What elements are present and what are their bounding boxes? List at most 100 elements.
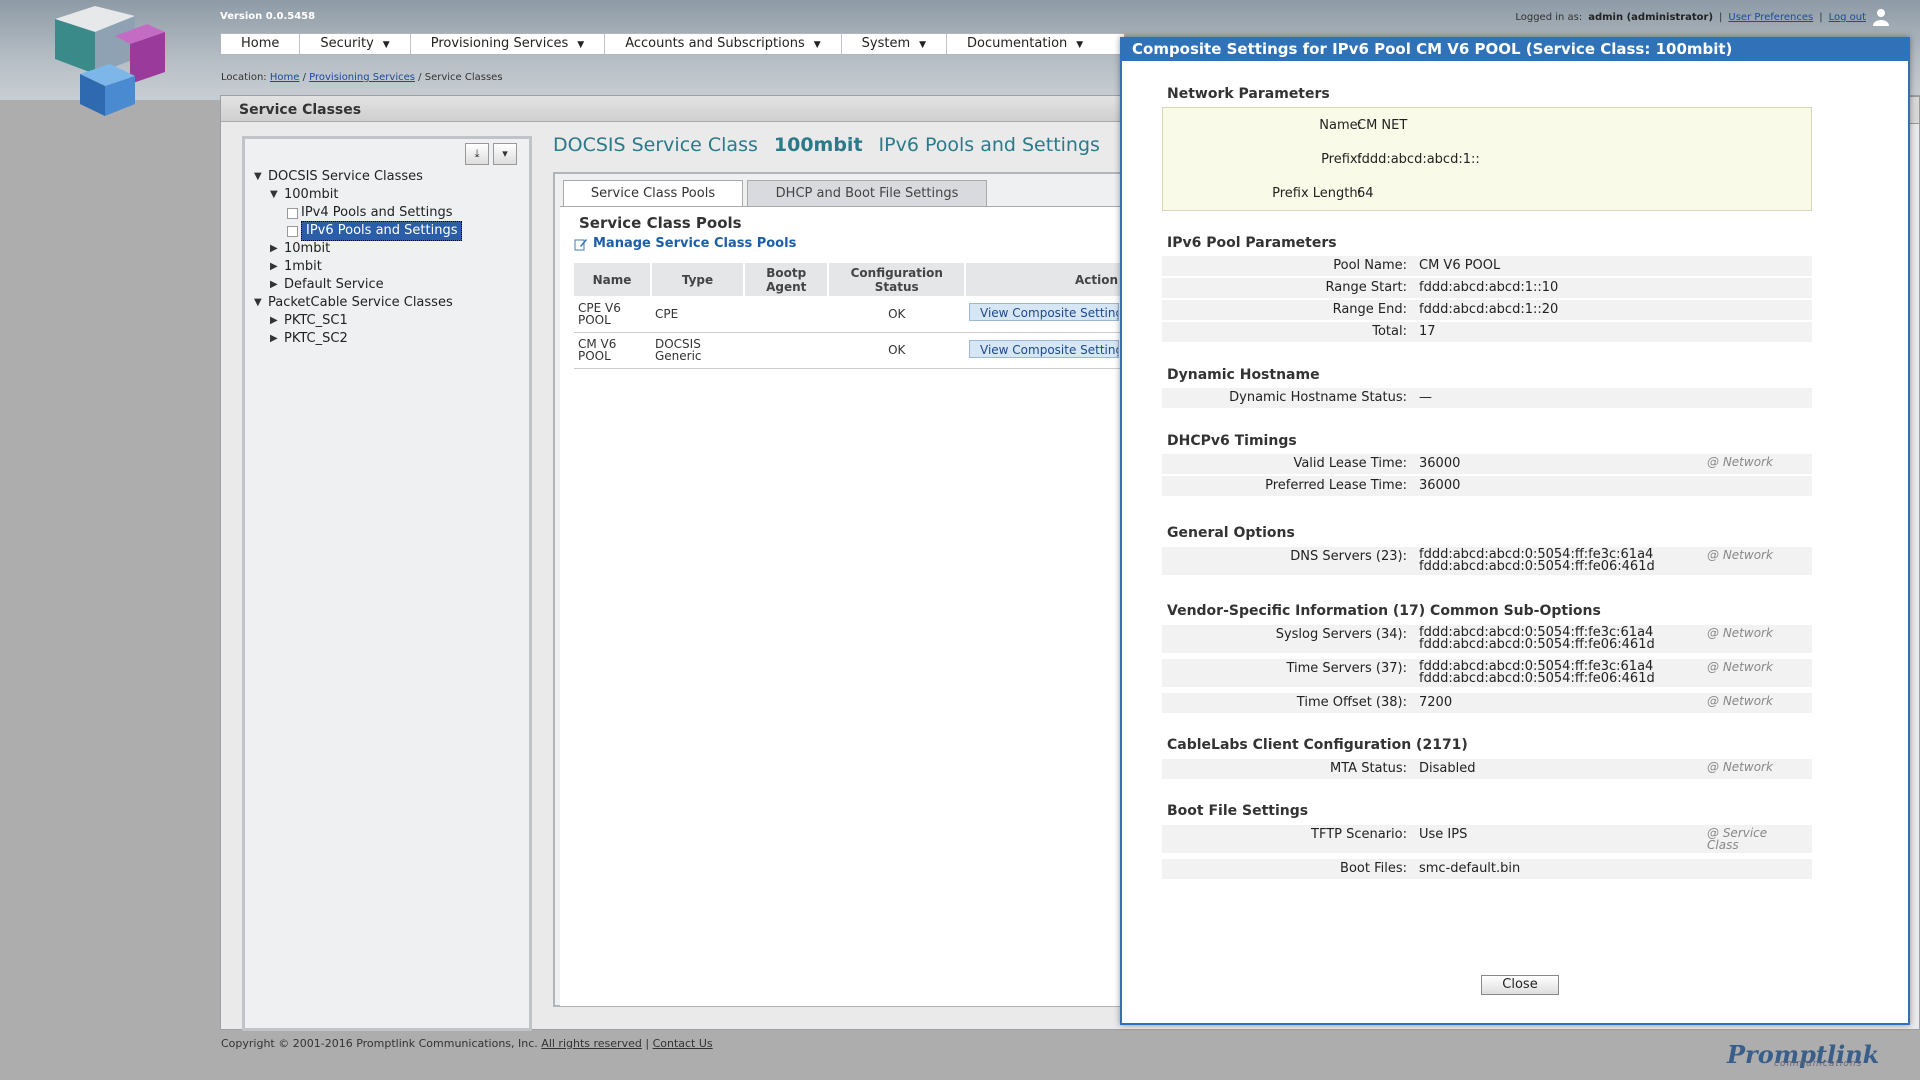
title-docsis: DOCSIS Service Class — [553, 134, 758, 156]
nav-label: Security — [320, 36, 374, 51]
field-value: — — [1419, 390, 1432, 405]
nav-accounts[interactable]: Accounts and Subscriptions ▼ — [605, 34, 842, 54]
tree-label: 1mbit — [284, 259, 322, 274]
collapsed-triangle-icon[interactable]: ▶ — [270, 312, 284, 330]
field-label: Dynamic Hostname Status: — [1229, 390, 1407, 405]
dropdown-caret-icon: ▼ — [813, 40, 821, 50]
nav-provisioning[interactable]: Provisioning Services ▼ — [411, 34, 606, 54]
user-preferences-link[interactable]: User Preferences — [1728, 12, 1813, 23]
tree-node-1mbit[interactable]: ▶ 1mbit — [254, 258, 462, 276]
field-value: 17 — [1419, 324, 1436, 339]
tree-node-100mbit[interactable]: ▼ 100mbit — [254, 186, 462, 204]
view-composite-button[interactable]: View Composite Settings — [969, 339, 1119, 358]
range-end-row: Range End: fddd:abcd:abcd:1::20 — [1162, 300, 1812, 320]
col-action: Action — [965, 263, 1124, 296]
field-value: 36000 — [1419, 478, 1461, 493]
view-composite-button[interactable]: View Composite Settings — [969, 303, 1119, 322]
tree-node-pktc1[interactable]: ▶ PKTC_SC1 — [254, 312, 462, 330]
field-label: Prefix Length: — [1272, 186, 1362, 201]
collapsed-triangle-icon[interactable]: ▶ — [270, 330, 284, 348]
separator: | — [1819, 11, 1823, 23]
collapse-all-button[interactable]: ▾ — [493, 143, 517, 165]
content-title: DOCSIS Service Class 100mbit IPv6 Pools an… — [553, 134, 1100, 156]
tree-node-ipv4[interactable]: IPv4 Pools and Settings — [254, 204, 462, 222]
nav-security[interactable]: Security ▼ — [300, 34, 411, 54]
network-parameters-box: Name: CM NET Prefix: fddd:abcd:abcd:1:: Pr… — [1162, 107, 1812, 211]
preferred-lease-row: Preferred Lease Time: 36000 — [1162, 476, 1812, 496]
breadcrumb-provisioning[interactable]: Provisioning Services — [309, 72, 415, 83]
nav-label: Accounts and Subscriptions — [625, 36, 805, 51]
breadcrumb-current: Service Classes — [424, 72, 503, 83]
expand-all-button[interactable]: ⤓ — [465, 143, 489, 165]
cell-bootp — [744, 332, 829, 369]
field-value: 7200 — [1419, 695, 1453, 710]
all-rights-link[interactable]: All rights reserved — [541, 1037, 642, 1050]
time-offset-row: Time Offset (38): 7200 @ Network — [1162, 693, 1812, 713]
scope-label: @ Network — [1707, 626, 1773, 640]
tree-label-selected: IPv6 Pools and Settings — [301, 221, 463, 241]
logged-in-label: Logged in as: — [1515, 11, 1583, 23]
tree-node-10mbit[interactable]: ▶ 10mbit — [254, 240, 462, 258]
manage-pools-link[interactable]: Manage Service Class Pools — [574, 236, 796, 251]
cell-name: CPE V6 POOL — [574, 296, 651, 333]
tree-label: PKTC_SC1 — [284, 313, 348, 328]
section-dynamic-hostname: Dynamic Hostname — [1167, 367, 1320, 383]
table-row: CPE V6 POOL CPE OK View Composite Settin… — [574, 296, 1123, 333]
nav-system[interactable]: System ▼ — [842, 34, 948, 54]
close-button[interactable]: Close — [1481, 975, 1559, 995]
user-icon — [1873, 9, 1889, 26]
expanded-triangle-icon[interactable]: ▼ — [254, 294, 268, 312]
tree-node-default[interactable]: ▶ Default Service — [254, 276, 462, 294]
field-label: Range Start: — [1325, 280, 1407, 295]
scope-label: @ Network — [1707, 660, 1773, 674]
field-label: Name: — [1319, 118, 1362, 133]
contact-us-link[interactable]: Contact Us — [653, 1037, 713, 1050]
tree-node-ipv6[interactable]: IPv6 Pools and Settings — [254, 221, 463, 241]
tree-label: Default Service — [284, 277, 384, 292]
total-row: Total: 17 — [1162, 322, 1812, 342]
scope-label: @ Service Class — [1707, 827, 1767, 851]
field-label: Boot Files: — [1340, 861, 1407, 876]
collapse-icon: ▾ — [502, 147, 508, 160]
tree-node-packetcable[interactable]: ▼ PacketCable Service Classes — [254, 294, 462, 312]
syslog-servers-row: Syslog Servers (34): fddd:abcd:abcd:0:505… — [1162, 625, 1812, 653]
section-dhcpv6-timings: DHCPv6 Timings — [1167, 433, 1297, 449]
nav-label: Home — [241, 36, 280, 51]
nav-documentation[interactable]: Documentation ▼ — [947, 34, 1103, 54]
tab-service-class-pools[interactable]: Service Class Pools — [563, 180, 743, 206]
dropdown-caret-icon: ▼ — [577, 40, 585, 50]
edit-icon — [574, 238, 587, 250]
field-value: 64 — [1357, 186, 1374, 201]
time-server-2: fddd:abcd:abcd:0:5054:ff:fe06:461d — [1419, 671, 1655, 686]
tree-node-docsis[interactable]: ▼ DOCSIS Service Classes — [254, 168, 462, 186]
collapsed-triangle-icon[interactable]: ▶ — [270, 258, 284, 276]
tftp-scenario-row: TFTP Scenario: Use IPS @ Service Class — [1162, 825, 1812, 853]
valid-lease-row: Valid Lease Time: 36000 @ Network — [1162, 454, 1812, 474]
expanded-triangle-icon[interactable]: ▼ — [254, 168, 268, 186]
scope-label: @ Network — [1707, 694, 1773, 708]
scope-label: @ Network — [1707, 455, 1773, 469]
section-boot-file: Boot File Settings — [1167, 803, 1309, 819]
copyright: Copyright © 2001-2016 Promptlink Communi… — [221, 1037, 538, 1050]
logout-link[interactable]: Log out — [1829, 12, 1866, 23]
tab-dhcp-boot-file[interactable]: DHCP and Boot File Settings — [747, 180, 987, 206]
tree-toolbar: ⤓ ▾ — [465, 143, 517, 165]
tree-label: PacketCable Service Classes — [268, 295, 453, 310]
breadcrumb-home[interactable]: Home — [270, 72, 300, 83]
scope-label: @ Network — [1707, 760, 1773, 774]
collapsed-triangle-icon[interactable]: ▶ — [270, 240, 284, 258]
nav-label: System — [861, 36, 911, 51]
expanded-triangle-icon[interactable]: ▼ — [270, 186, 284, 204]
field-value: CM V6 POOL — [1419, 258, 1501, 273]
nav-home[interactable]: Home — [221, 34, 301, 54]
time-servers-row: Time Servers (37): fddd:abcd:abcd:0:5054:… — [1162, 659, 1812, 687]
cell-type: DOCSIS Generic — [650, 332, 745, 369]
field-value: CM NET — [1357, 118, 1408, 133]
col-name: Name — [574, 263, 652, 296]
collapsed-triangle-icon[interactable]: ▶ — [270, 276, 284, 294]
section-cablelabs: CableLabs Client Configuration (2171) — [1167, 737, 1468, 753]
pools-table: Name Type Bootp Agent Configuration Stat… — [574, 263, 1124, 369]
tree-node-pktc2[interactable]: ▶ PKTC_SC2 — [254, 330, 462, 348]
field-value: Disabled — [1419, 761, 1476, 776]
mta-status-row: MTA Status: Disabled @ Network — [1162, 759, 1812, 779]
